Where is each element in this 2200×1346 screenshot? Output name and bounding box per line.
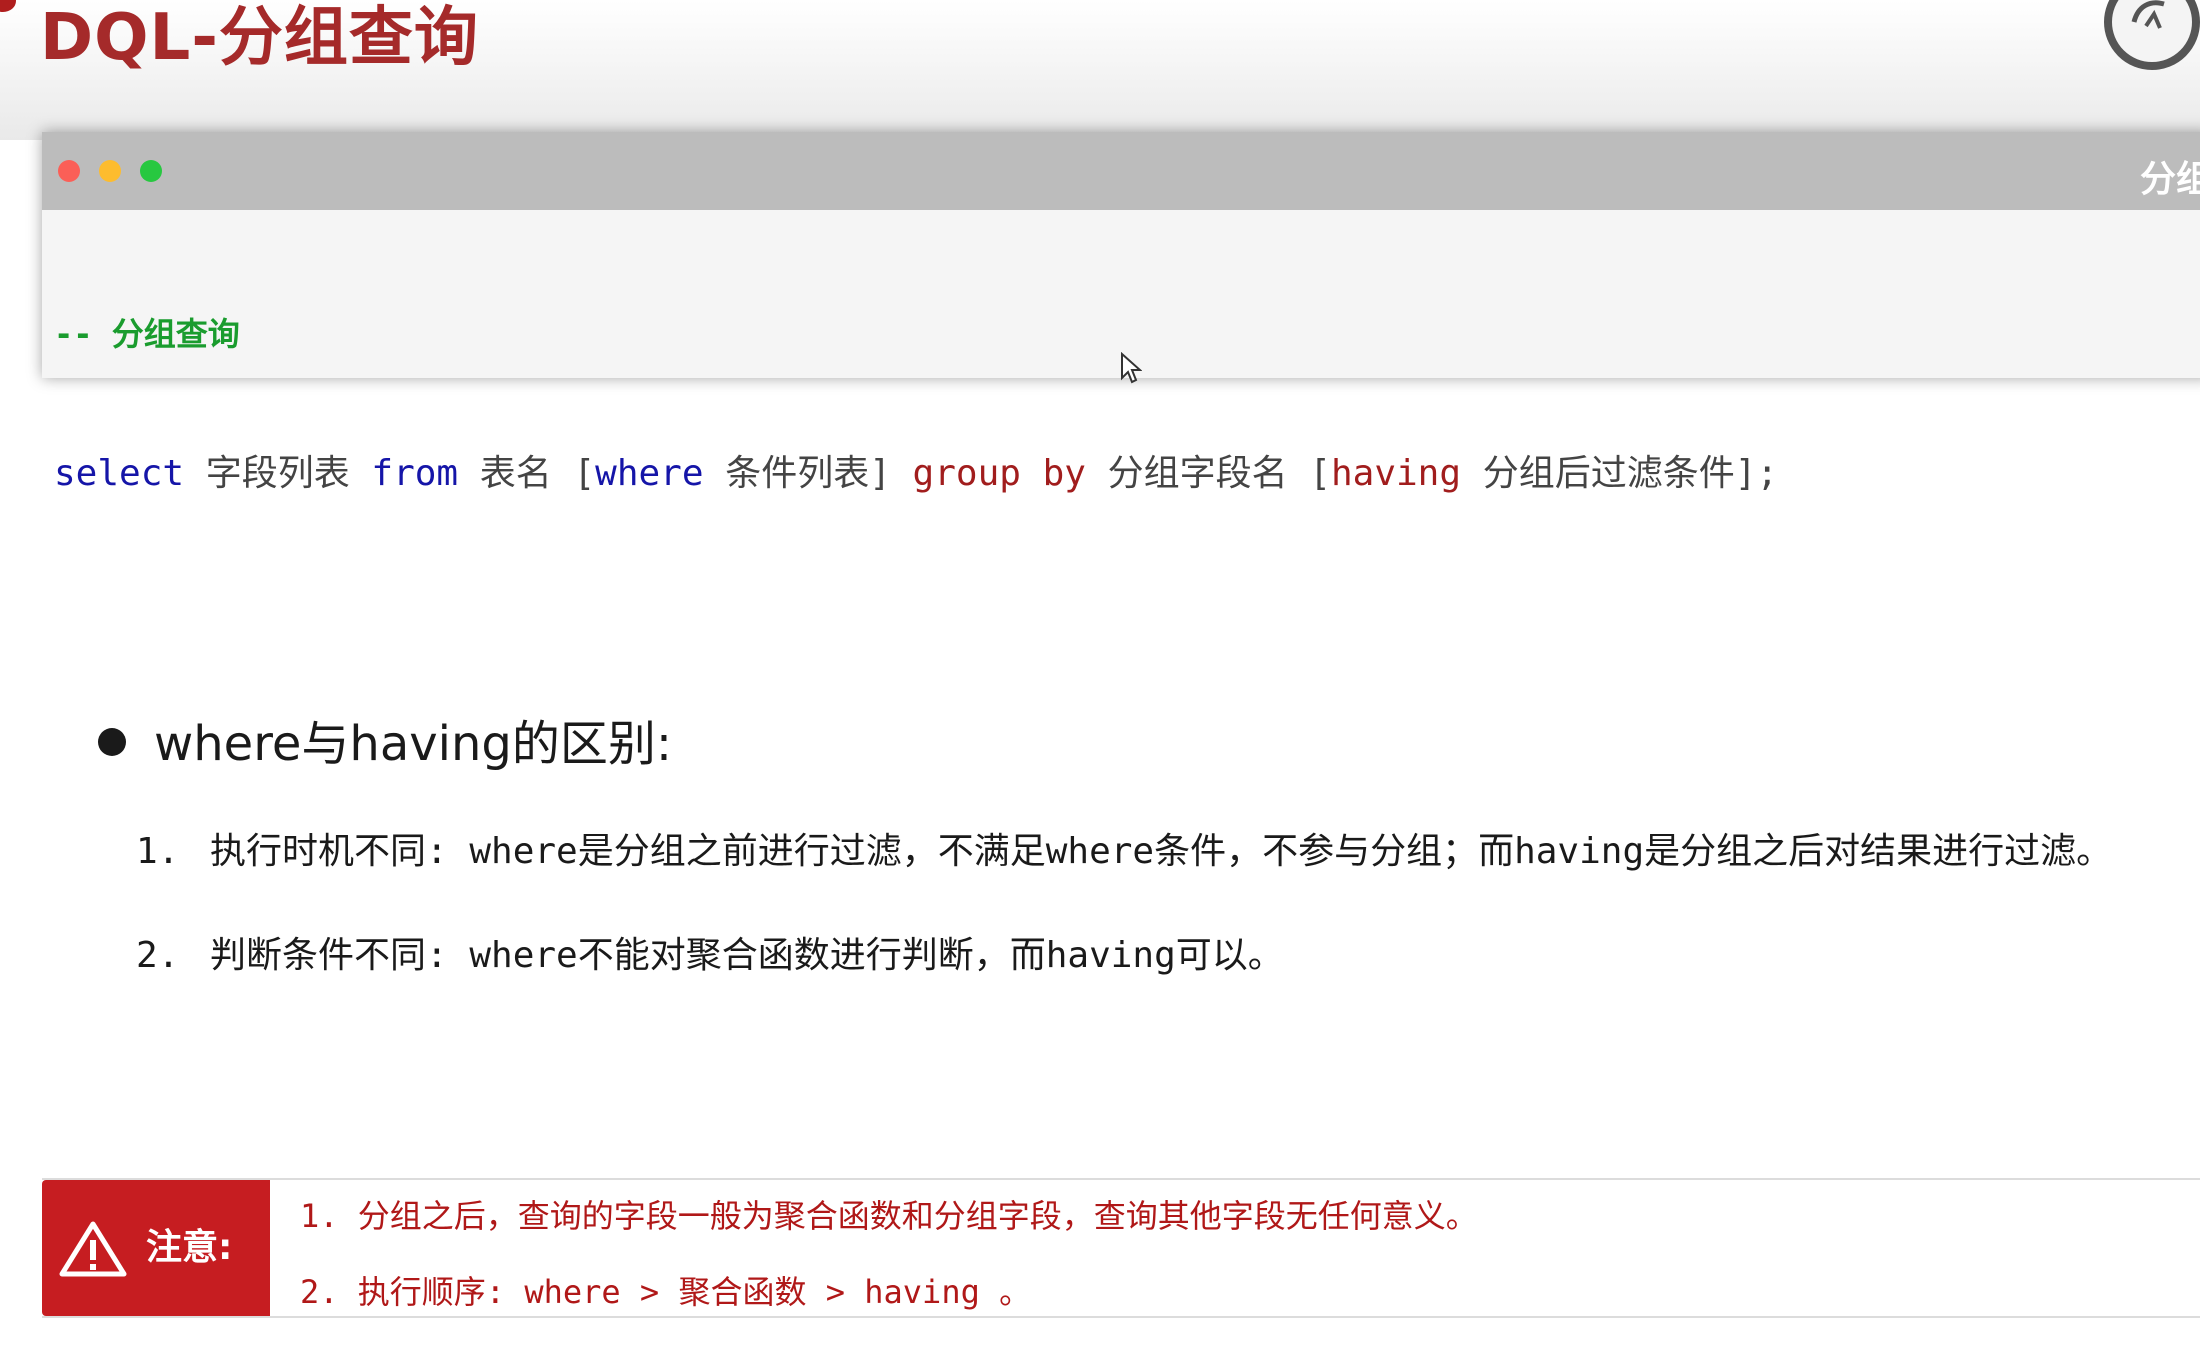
bullet-icon [98,728,126,756]
code-conditions: 条件列表] [703,453,913,494]
code-having-condition: 分组后过滤条件]; [1461,453,1779,494]
list-item-text: 判断条件不同: where不能对聚合函数进行判断，而having可以。 [210,935,1284,976]
mouse-pointer-icon [1121,352,1142,384]
code-window: 分组 -- 分组查询 select 字段列表 from 表名 [where 条件… [42,132,2200,494]
note-label-block: 注意: [42,1180,270,1316]
minimize-window-button[interactable] [99,160,121,182]
keyword-from: from [371,453,459,494]
list-item: 1. 执行时机不同: where是分组之前进行过滤，不满足where条件，不参与分… [136,828,2112,876]
note-label: 注意: [146,1227,233,1268]
warning-triangle-icon [59,1221,127,1277]
code-window-titlebar: 分组 [42,132,2200,210]
keyword-where: where [595,453,704,494]
note-line: 1. 分组之后，查询的字段一般为聚合函数和分组字段，查询其他字段无任何意义。 [300,1197,1478,1235]
code-comment: -- 分组查询 [54,315,240,353]
list-item-number: 2. [136,935,180,976]
close-window-button[interactable] [58,160,80,182]
keyword-group-by: group by [912,453,1086,494]
list-item: 2. 判断条件不同: where不能对聚合函数进行判断，而having可以。 [136,932,1284,980]
maximize-window-button[interactable] [140,160,162,182]
keyword-having: having [1330,453,1462,494]
note-box: 注意: 1. 分组之后，查询的字段一般为聚合函数和分组字段，查询其他字段无任何意… [42,1178,2200,1318]
page-title: DQL-分组查询 [40,1,479,75]
list-item-text: 执行时机不同: where是分组之前进行过滤，不满足where条件，不参与分组；… [210,831,2113,872]
code-block: -- 分组查询 select 字段列表 from 表名 [where 条件列表]… [54,224,1778,586]
keyword-select: select [54,453,185,494]
section-heading: where与having的区别: [154,716,673,772]
code-line: select 字段列表 from 表名 [where 条件列表] group b… [54,444,1778,504]
code-group-field: 分组字段名 [ [1085,453,1331,494]
list-item-number: 1. [136,831,180,872]
code-window-title: 分组 [2139,159,2200,200]
code-fields: 字段列表 [184,453,372,494]
code-table: 表名 [ [458,453,596,494]
note-line: 2. 执行顺序: where > 聚合函数 > having 。 [300,1273,1032,1311]
